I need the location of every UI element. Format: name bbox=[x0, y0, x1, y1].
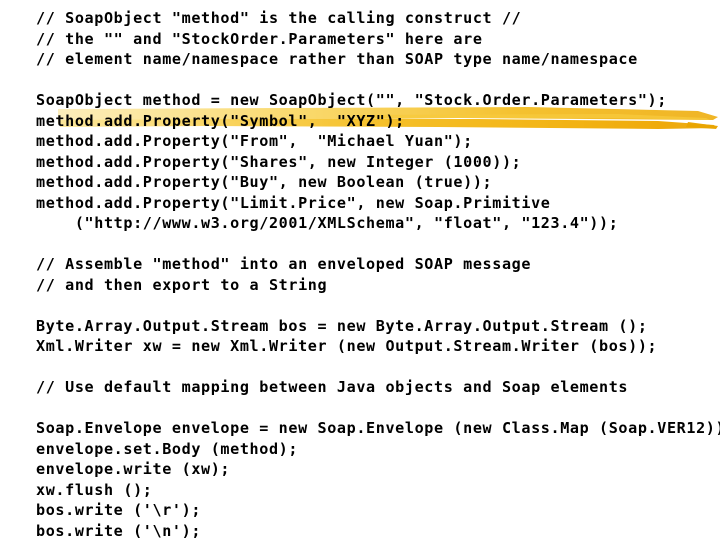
code-line: ("http://www.w3.org/2001/XMLSchema", "fl… bbox=[36, 214, 619, 232]
code-listing: // SoapObject "method" is the calling co… bbox=[36, 8, 720, 540]
code-line: Byte.Array.Output.Stream bos = new Byte.… bbox=[36, 316, 648, 335]
slide-canvas: // SoapObject "method" is the calling co… bbox=[0, 0, 720, 540]
code-line: bos.write ('\r'); bbox=[36, 501, 202, 519]
comment-block-default-mapping: // Use default mapping between Java obje… bbox=[36, 377, 720, 398]
comment-block-assemble: // Assemble "method" into an enveloped S… bbox=[36, 254, 720, 295]
comment-block-soapobject: // SoapObject "method" is the calling co… bbox=[36, 8, 720, 70]
code-line: method.add.Property("Shares", new Intege… bbox=[36, 152, 522, 171]
code-line: // Assemble "method" into an enveloped S… bbox=[36, 255, 532, 273]
code-line: bos.write ('\n'); bbox=[36, 521, 202, 540]
code-line-highlighted: method.add.Property("Symbol", "XYZ"); bbox=[36, 111, 405, 130]
code-line: // the "" and "StockOrder.Parameters" he… bbox=[36, 29, 483, 48]
code-line: method.add.Property("Limit.Price", new S… bbox=[36, 193, 551, 212]
code-line: SoapObject method = new SoapObject("", "… bbox=[36, 91, 667, 109]
code-line: // Use default mapping between Java obje… bbox=[36, 378, 629, 396]
code-line: xw.flush (); bbox=[36, 480, 153, 499]
code-line: // SoapObject "method" is the calling co… bbox=[36, 9, 522, 27]
code-line: method.add.Property("Buy", new Boolean (… bbox=[36, 173, 493, 191]
code-block-method-properties: SoapObject method = new SoapObject("", "… bbox=[36, 90, 720, 234]
code-line: envelope.write (xw); bbox=[36, 460, 231, 478]
code-line: envelope.set.Body (method); bbox=[36, 439, 299, 458]
code-line: // and then export to a String bbox=[36, 275, 328, 294]
code-line: Xml.Writer xw = new Xml.Writer (new Outp… bbox=[36, 337, 658, 355]
code-line: Soap.Envelope envelope = new Soap.Envelo… bbox=[36, 419, 720, 437]
code-block-streams: Byte.Array.Output.Stream bos = new Byte.… bbox=[36, 316, 720, 357]
code-line: method.add.Property("From", "Michael Yua… bbox=[36, 132, 473, 150]
code-line: // element name/namespace rather than SO… bbox=[36, 50, 638, 68]
code-block-envelope: Soap.Envelope envelope = new Soap.Envelo… bbox=[36, 418, 720, 540]
